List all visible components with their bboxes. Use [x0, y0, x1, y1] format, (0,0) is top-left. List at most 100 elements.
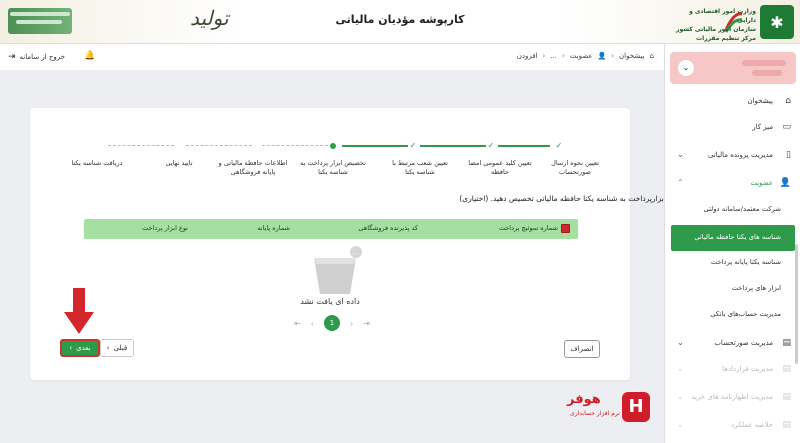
- sidebar-subitem-label: شناسه های یکتا حافظه مالیاتی: [694, 233, 781, 241]
- sidebar-item-label: مدیریت پرونده مالیاتی: [707, 151, 773, 159]
- sidebar-item-desk[interactable]: ▭ میز کار: [665, 116, 800, 140]
- cancel-label: انصراف: [570, 345, 594, 353]
- step-connector: [498, 145, 550, 147]
- sidebar-item-label: پیشخوان: [747, 97, 773, 105]
- user-small-icon: 👤: [597, 52, 607, 60]
- next-label: بعدی: [76, 344, 91, 352]
- home-small-icon: ⌂: [649, 52, 654, 60]
- user-icon: 👤: [779, 178, 791, 188]
- sidebar-subitem-label: ابزار های پرداخت: [731, 284, 781, 292]
- column-header: شماره پایانه: [257, 224, 290, 232]
- step-label: تعیین شعب مرتبط با شناسه یکتا: [392, 159, 448, 176]
- logout-icon: ⇥: [8, 52, 16, 62]
- chevron-down-icon[interactable]: ⌄: [678, 60, 694, 76]
- next-button[interactable]: ‹ بعدی: [60, 339, 100, 357]
- org-emblem-icon: ✱: [760, 5, 794, 39]
- file-icon: ▯: [786, 150, 791, 160]
- sidebar-subitem-memory-ids[interactable]: شناسه های یکتا حافظه مالیاتی: [671, 225, 795, 251]
- step-connector: [108, 145, 174, 146]
- step-label: تخصیص ابزار پرداخت به شناسه یکتا: [300, 159, 366, 176]
- empty-box-icon: ...: [314, 246, 362, 294]
- sidebar-item-membership[interactable]: 👤 عضویت ⌃: [665, 172, 800, 196]
- table-header: شماره سوئیچ پرداخت کد پذیرنده فروشگاهی ش…: [84, 219, 578, 239]
- red-arrow-annotation-icon: [64, 288, 94, 334]
- sidebar-subitem-label: شرکت معتمد/سامانه دولتی: [703, 205, 781, 213]
- chevron-down-icon: ⌄: [677, 338, 684, 347]
- page-number[interactable]: 1: [324, 315, 340, 331]
- org-name: وزارت امور اقتصادی و دارایی سازمان امور …: [670, 7, 756, 43]
- chevron-down-icon: ⌄: [677, 392, 684, 401]
- sidebar-subitem-label: مدیریت حساب‌های بانکی: [710, 310, 781, 318]
- sidebar-subitem-terminal-ids[interactable]: شناسه یکتا پایانه پرداخت: [671, 252, 795, 274]
- step-connector: [262, 145, 328, 146]
- sidebar-subitem-label: شناسه یکتا پایانه پرداخت: [710, 258, 781, 266]
- next-page-icon[interactable]: ›: [350, 319, 353, 328]
- breadcrumb-ellipsis[interactable]: ...: [550, 52, 557, 60]
- sidebar-item-contracts[interactable]: ▤ مدیریت قراردادها ⌄: [665, 358, 800, 382]
- sidebar-item-label: عضویت: [750, 179, 773, 187]
- summary-icon: ▤: [782, 420, 791, 430]
- step-connector: [342, 145, 408, 147]
- logout-button[interactable]: ⇥ خروج از سامانه: [8, 52, 65, 62]
- breadcrumb-membership[interactable]: عضویت: [570, 52, 593, 60]
- sidebar-item-label: خلاصه عملکرد: [731, 421, 773, 429]
- chevron-down-icon: ⌄: [677, 364, 684, 373]
- last-page-icon[interactable]: ⇥: [363, 319, 370, 328]
- empty-state-text: داده ای یافت نشد: [300, 297, 360, 306]
- sidebar-subitem-payment-tools[interactable]: ابزار های پرداخت: [671, 278, 795, 300]
- breadcrumb: ⌂ پیشخوان ‹ 👤 عضویت ‹ ... ‹ افزودن: [517, 52, 654, 60]
- cancel-button[interactable]: انصراف: [564, 340, 600, 358]
- sidebar-subitem-bank-accounts[interactable]: مدیریت حساب‌های بانکی: [671, 304, 795, 326]
- chevron-left-icon: ‹: [611, 52, 615, 60]
- step-label: دریافت شناسه یکتا: [71, 159, 123, 167]
- current-step-dot: [330, 143, 336, 149]
- sidebar-item-label: میز کار: [752, 123, 773, 131]
- sidebar-item-dashboard[interactable]: ⌂ پیشخوان: [665, 90, 800, 114]
- chevron-down-icon: ⌄: [677, 150, 684, 159]
- column-header: شماره سوئیچ پرداخت: [498, 224, 558, 232]
- brand-logo-icon: H: [622, 392, 650, 422]
- org-name-line1: وزارت امور اقتصادی و دارایی: [689, 8, 756, 24]
- sidebar-item-tax-file[interactable]: ▯ مدیریت پرونده مالیاتی ⌄: [665, 144, 800, 168]
- sidebar-subitem-trusted-company[interactable]: شرکت معتمد/سامانه دولتی: [671, 199, 795, 221]
- check-icon: ✓: [409, 141, 417, 150]
- sidebar-item-purchase-declarations[interactable]: ▤ مدیریت اظهارنامه های خرید ⌄: [665, 386, 800, 410]
- breadcrumb-current: افزودن: [516, 52, 538, 60]
- select-all-checkbox[interactable]: [561, 224, 570, 233]
- prev-label: قبلی: [113, 344, 128, 352]
- sidebar-scrollbar[interactable]: [795, 244, 798, 364]
- bell-icon[interactable]: 🔔: [84, 51, 95, 61]
- chevron-left-icon: ‹: [106, 344, 110, 352]
- org-name-line3: مرکز تنظیم مقررات: [696, 35, 756, 42]
- contract-icon: ▤: [782, 364, 791, 374]
- sidebar-item-invoices[interactable]: ▤ مدیریت صورتحساب ⌄: [665, 332, 800, 356]
- step-label: تایید نهایی: [165, 159, 193, 167]
- logout-label: خروج از سامانه: [19, 53, 65, 61]
- top-toolbar: ⇥ خروج از سامانه 🔔 ⌂ پیشخوان ‹ 👤 عضویت ‹…: [0, 48, 664, 68]
- prev-button[interactable]: ‹ قبلی: [100, 339, 134, 357]
- pagination: ⇤ ‹ 1 › ⇥: [282, 314, 382, 332]
- sidebar-item-performance[interactable]: ▤ خلاصه عملکرد ⌄: [665, 414, 800, 438]
- invoice-icon: ▤: [782, 338, 791, 348]
- sidebar-item-label: مدیریت اظهارنامه های خرید: [691, 393, 773, 401]
- chevron-down-icon: ⌄: [677, 420, 684, 429]
- blurred-text: [752, 70, 782, 76]
- user-profile-card[interactable]: ⌄: [670, 52, 796, 84]
- blurred-text: [742, 60, 786, 66]
- step-connector: [186, 145, 252, 146]
- chevron-left-icon: ‹: [69, 344, 73, 352]
- brand-name: هوفر: [567, 392, 601, 407]
- app-header: تولید کارپوشه مؤدیان مالیاتی وزارت امور …: [0, 0, 800, 44]
- sidebar-item-label: مدیریت صورتحساب: [714, 339, 773, 347]
- check-icon: ✓: [555, 141, 563, 150]
- step-label: اطلاعات حافظه مالیاتی و پایانه فروشگاهی: [218, 159, 288, 176]
- desk-icon: ▭: [782, 122, 791, 132]
- sidebar: ⌄ ⌂ پیشخوان ▭ میز کار ▯ مدیریت پرونده ما…: [664, 44, 800, 443]
- prev-page-icon[interactable]: ‹: [311, 319, 314, 328]
- step-connector: [420, 145, 486, 147]
- first-page-icon[interactable]: ⇤: [294, 319, 301, 328]
- check-icon: ✓: [487, 141, 495, 150]
- chevron-left-icon: ‹: [542, 52, 546, 60]
- breadcrumb-home[interactable]: پیشخوان: [619, 52, 645, 60]
- svg-text:...: ...: [352, 249, 358, 256]
